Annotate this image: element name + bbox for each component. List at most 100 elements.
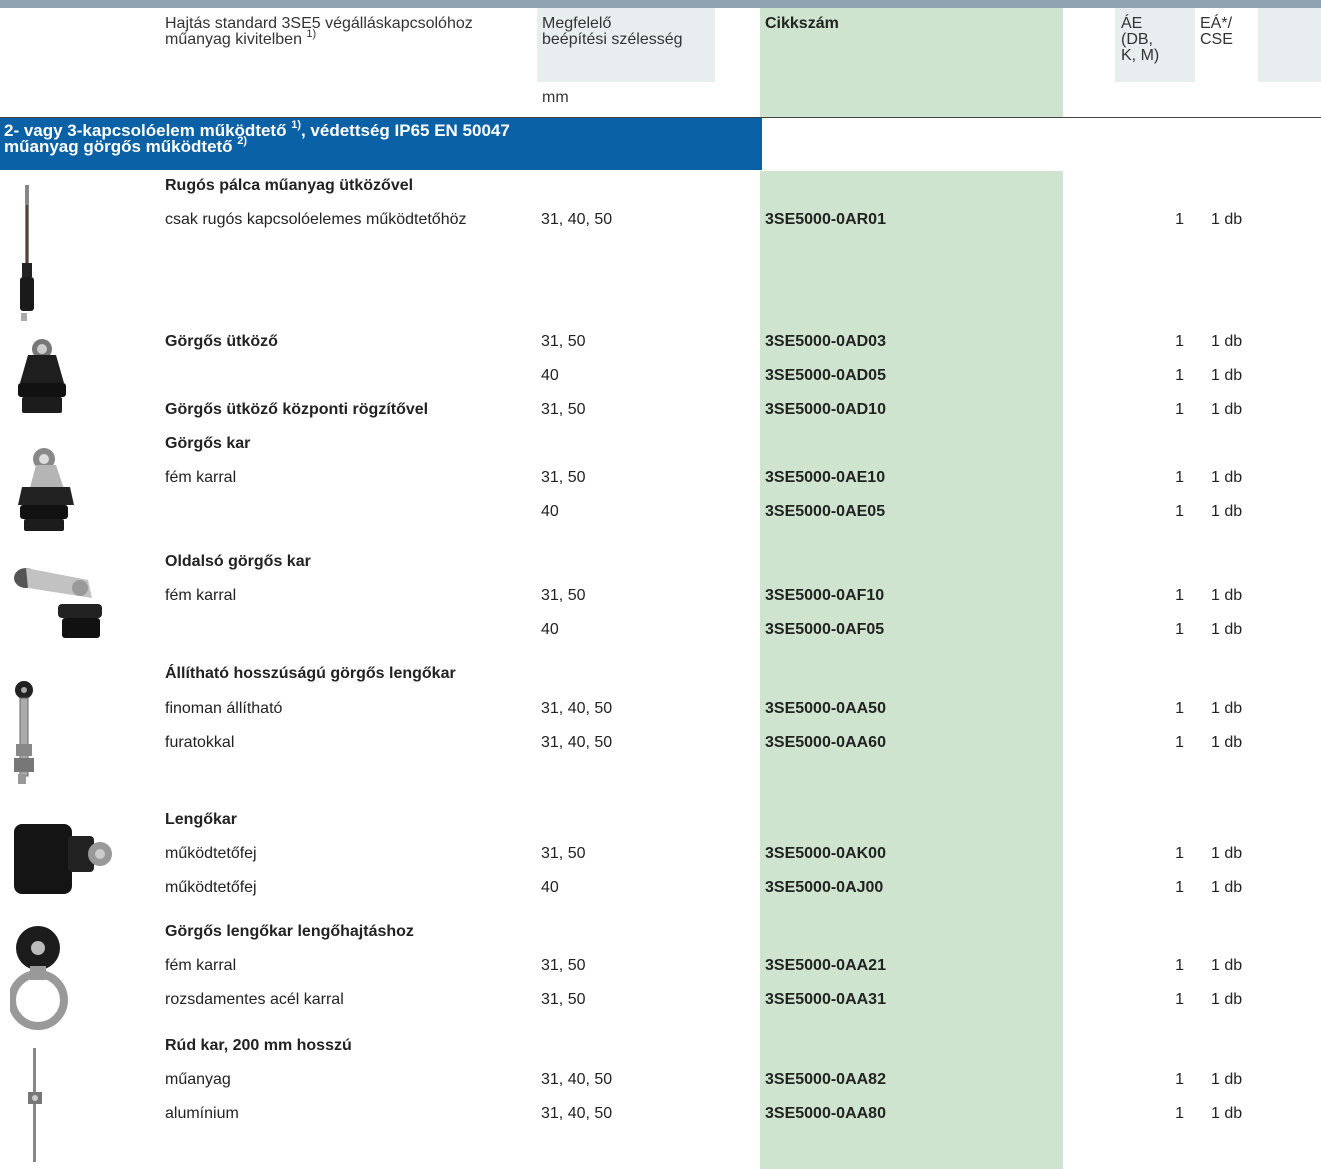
footnote-1: 1)	[306, 27, 317, 40]
row-ae: 1	[1175, 621, 1184, 638]
row-order-number: 3SE5000-0AE10	[765, 469, 886, 486]
row-ae: 1	[1175, 333, 1184, 350]
row-width: 31, 40, 50	[541, 1071, 613, 1088]
width-header: Megfelelő beépítési szélesség	[542, 15, 683, 48]
row-ae: 1	[1175, 845, 1184, 862]
row-order-number: 3SE5000-0AJ00	[765, 879, 884, 896]
row-ea: 1 db	[1211, 734, 1243, 751]
row-width: 31, 50	[541, 957, 586, 974]
rotary-lever-head-icon	[14, 824, 112, 894]
row-ae: 1	[1175, 879, 1184, 896]
row-order-number: 3SE5000-0AA50	[765, 700, 886, 717]
last-header-bg	[1258, 8, 1321, 82]
order-column-body	[760, 171, 1063, 1169]
row-ae: 1	[1175, 211, 1184, 228]
row-width: 31, 40, 50	[541, 1105, 613, 1122]
top-bar	[0, 0, 1321, 8]
row-width: 31, 50	[541, 401, 586, 418]
row-order-number: 3SE5000-0AD05	[765, 367, 886, 384]
row-description: Görgős lengőkar lengőhajtáshoz	[165, 923, 414, 940]
row-order-number: 3SE5000-0AR01	[765, 211, 886, 228]
width-unit: mm	[542, 89, 569, 106]
row-ae: 1	[1175, 469, 1184, 486]
row-ae: 1	[1175, 1071, 1184, 1088]
row-ea: 1 db	[1211, 333, 1243, 350]
row-description: működtetőfej	[165, 879, 257, 896]
roller-plunger-icon	[18, 339, 66, 413]
row-ea: 1 db	[1211, 367, 1243, 384]
row-ea: 1 db	[1211, 469, 1243, 486]
row-ea: 1 db	[1211, 845, 1243, 862]
row-ae: 1	[1175, 401, 1184, 418]
row-ae: 1	[1175, 700, 1184, 717]
row-description: műanyag	[165, 1071, 231, 1088]
drive-header: Hajtás standard 3SE5 végálláskapcsolóhoz…	[165, 15, 473, 48]
row-ae: 1	[1175, 367, 1184, 384]
row-ae: 1	[1175, 1105, 1184, 1122]
row-ea: 1 db	[1211, 503, 1243, 520]
row-ae: 1	[1175, 991, 1184, 1008]
row-ae: 1	[1175, 503, 1184, 520]
row-description: Görgős ütköző	[165, 333, 278, 350]
row-description: alumínium	[165, 1105, 239, 1122]
row-width: 31, 50	[541, 991, 586, 1008]
spring-rod-actuator-icon	[20, 185, 34, 321]
roller-lever-icon	[18, 448, 74, 531]
row-ae: 1	[1175, 734, 1184, 751]
row-description: furatokkal	[165, 734, 235, 751]
roller-swing-lever-icon	[10, 926, 68, 1030]
row-order-number: 3SE5000-0AA21	[765, 957, 886, 974]
row-order-number: 3SE5000-0AF10	[765, 587, 885, 604]
row-ae: 1	[1175, 957, 1184, 974]
row-width: 40	[541, 367, 559, 384]
row-order-number: 3SE5000-0AD03	[765, 333, 886, 350]
row-ea: 1 db	[1211, 700, 1243, 717]
row-order-number: 3SE5000-0AF05	[765, 621, 885, 638]
row-description: működtetőfej	[165, 845, 257, 862]
order-header: Cikkszám	[765, 15, 839, 32]
row-description: finoman állítható	[165, 700, 283, 717]
row-ea: 1 db	[1211, 1105, 1243, 1122]
row-description: Lengőkar	[165, 811, 238, 828]
row-order-number: 3SE5000-0AK00	[765, 845, 886, 862]
ae-header: ÁE (DB, K, M)	[1121, 15, 1160, 64]
row-description: csak rugós kapcsolóelemes működtetőhöz	[165, 211, 467, 228]
row-width: 31, 50	[541, 587, 586, 604]
row-order-number: 3SE5000-0AD10	[765, 401, 886, 418]
row-width: 40	[541, 879, 559, 896]
row-width: 31, 40, 50	[541, 734, 613, 751]
row-width: 31, 40, 50	[541, 700, 613, 717]
row-description: Görgős ütköző központi rögzítővel	[165, 401, 429, 418]
row-width: 31, 50	[541, 333, 586, 350]
row-description: fém karral	[165, 957, 237, 974]
side-roller-lever-icon	[14, 568, 102, 638]
row-description: Rúd kar, 200 mm hosszú	[165, 1037, 352, 1054]
row-ea: 1 db	[1211, 957, 1243, 974]
section-title: 2- vagy 3-kapcsolóelem működtető 1), véd…	[0, 118, 762, 170]
row-ae: 1	[1175, 587, 1184, 604]
row-description: Rugós pálca műanyag ütközővel	[165, 177, 414, 194]
row-description: fém karral	[165, 469, 237, 486]
row-ea: 1 db	[1211, 211, 1243, 228]
row-order-number: 3SE5000-0AA80	[765, 1105, 886, 1122]
ea-header: EÁ*/ CSE	[1200, 15, 1233, 48]
row-width: 40	[541, 503, 559, 520]
row-width: 40	[541, 621, 559, 638]
row-description: Oldalsó görgős kar	[165, 553, 311, 570]
row-width: 31, 50	[541, 845, 586, 862]
row-ea: 1 db	[1211, 879, 1243, 896]
row-ea: 1 db	[1211, 991, 1243, 1008]
row-description: Görgős kar	[165, 435, 251, 452]
row-order-number: 3SE5000-0AA82	[765, 1071, 886, 1088]
row-ea: 1 db	[1211, 401, 1243, 418]
row-width: 31, 50	[541, 469, 586, 486]
row-ea: 1 db	[1211, 587, 1243, 604]
row-ea: 1 db	[1211, 1071, 1243, 1088]
row-order-number: 3SE5000-0AA60	[765, 734, 886, 751]
row-width: 31, 40, 50	[541, 211, 613, 228]
adjustable-roller-lever-icon	[14, 681, 34, 784]
row-ea: 1 db	[1211, 621, 1243, 638]
row-description: rozsdamentes acél karral	[165, 991, 344, 1008]
row-description: Állítható hosszúságú görgős lengőkar	[165, 665, 456, 682]
row-order-number: 3SE5000-0AE05	[765, 503, 886, 520]
